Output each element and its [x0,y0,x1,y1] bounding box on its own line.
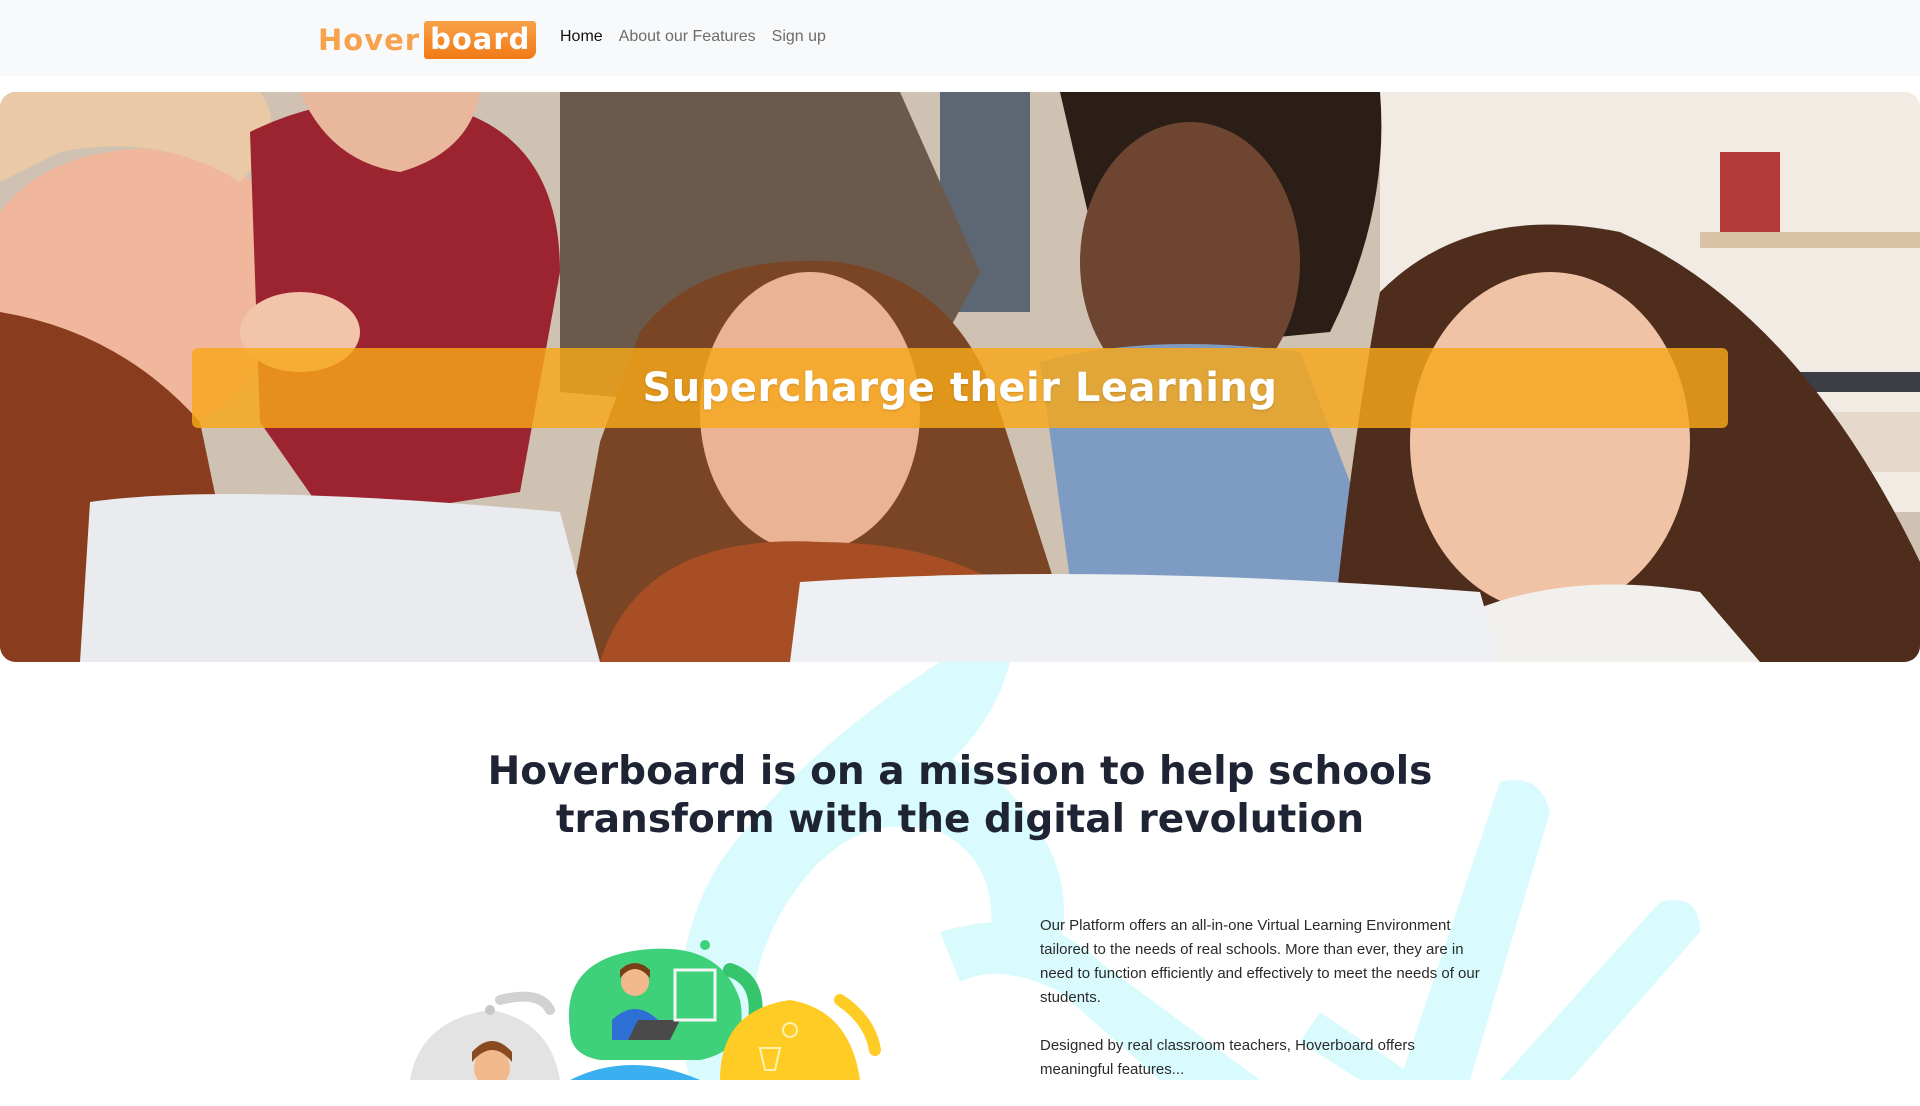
mission-description: Our Platform offers an all-in-one Virtua… [1040,914,1480,1106]
mission-heading: Hoverboard is on a mission to help schoo… [460,748,1460,844]
mission-heading-line2: transform with the digital revolution [555,797,1365,842]
hero-banner: Supercharge their Learning [192,348,1728,428]
mission-paragraph-1: Our Platform offers an all-in-one Virtua… [1040,917,1480,1006]
hoverboard-logo[interactable]: Hover board [318,20,537,60]
logo-text-hover: Hover [318,23,421,57]
classroom-illustration [410,940,881,1080]
nav-link-sign-up[interactable]: Sign up [772,28,826,46]
nav-link-about-features[interactable]: About our Features [619,28,756,46]
hero-section: Supercharge their Learning [0,92,1920,662]
mission-paragraph-2: Designed by real classroom teachers, Hov… [1040,1037,1415,1078]
decorative-cyan-shapes [680,662,1700,1080]
logo-text-board: board [424,21,537,59]
hero-title: Supercharge their Learning [642,365,1278,411]
mission-heading-line1: Hoverboard is on a mission to help schoo… [487,749,1433,794]
navbar: Hover board Home About our Features Sign… [0,0,1920,76]
nav-link-home[interactable]: Home [560,28,603,46]
nav-menu: Home About our Features Sign up [560,28,826,46]
